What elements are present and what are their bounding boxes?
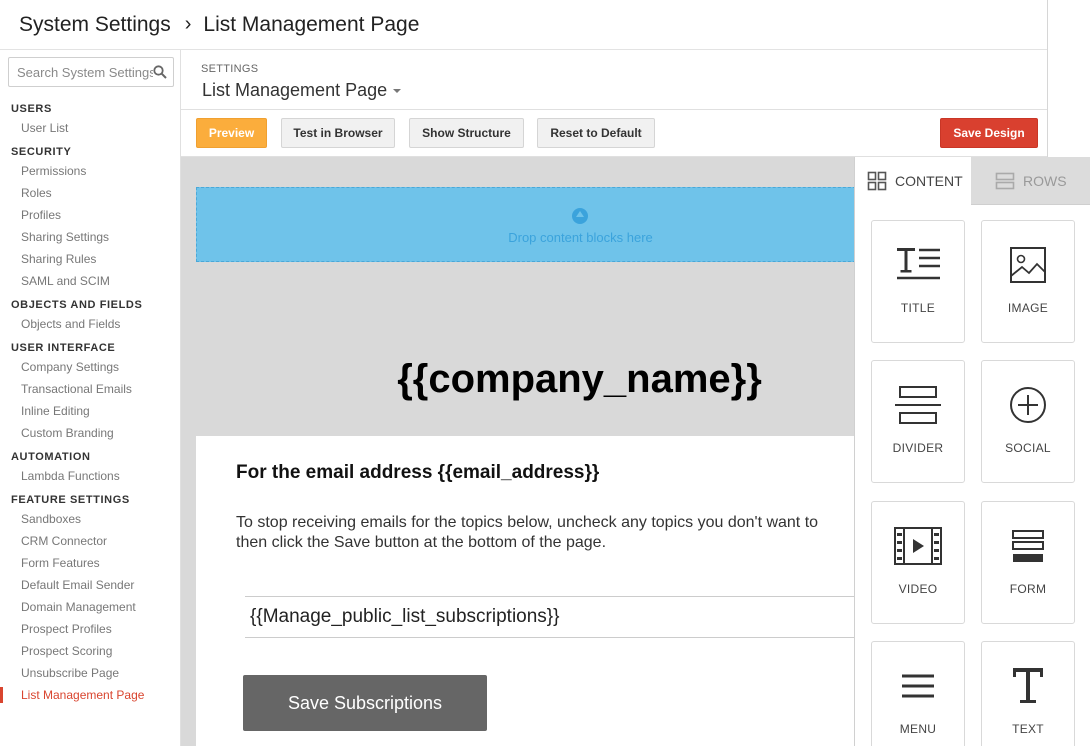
video-icon <box>894 527 942 565</box>
social-icon <box>1010 387 1046 423</box>
page-selector-value: List Management Page <box>202 80 388 100</box>
sidebar-item-sharing-settings[interactable]: Sharing Settings <box>0 226 180 248</box>
rows-icon <box>995 172 1015 189</box>
sidebar-item-profiles[interactable]: Profiles <box>0 204 180 226</box>
sidebar-section-user-interface: USER INTERFACE <box>11 342 116 354</box>
panel-tabs: CONTENT ROWS <box>855 157 1090 205</box>
divider-icon <box>895 386 941 424</box>
block-image[interactable]: IMAGE <box>981 220 1075 343</box>
sidebar-item-permissions[interactable]: Permissions <box>0 160 180 182</box>
sidebar-item-crm-connector[interactable]: CRM Connector <box>0 530 180 552</box>
content-blocks-grid: TITLE IMAGE DIVIDER SOCIAL VIDEO FORM ME… <box>855 205 1090 746</box>
settings-label: SETTINGS <box>201 63 259 75</box>
block-menu[interactable]: MENU <box>871 641 965 746</box>
company-name-heading[interactable]: {{company_name}} <box>196 357 963 402</box>
menu-icon <box>902 674 934 698</box>
sidebar-item-default-email-sender[interactable]: Default Email Sender <box>0 574 180 596</box>
preview-button[interactable]: Preview <box>196 118 267 148</box>
sidebar-item-prospect-profiles[interactable]: Prospect Profiles <box>0 618 180 640</box>
block-social-label: SOCIAL <box>1005 441 1051 455</box>
sidebar-item-unsubscribe-page[interactable]: Unsubscribe Page <box>0 662 180 684</box>
instructions-text: To stop receiving emails for the topics … <box>236 513 876 553</box>
sidebar-nav: USERS User List SECURITY Permissions Rol… <box>0 96 180 706</box>
instructions-line-1: To stop receiving emails for the topics … <box>236 514 819 531</box>
reset-to-default-button[interactable]: Reset to Default <box>537 118 655 148</box>
block-text[interactable]: TEXT <box>981 641 1075 746</box>
email-address-heading: For the email address {{email_address}} <box>236 462 600 483</box>
sidebar-item-objects-and-fields[interactable]: Objects and Fields <box>0 313 180 335</box>
sidebar: USERS User List SECURITY Permissions Rol… <box>0 50 181 746</box>
save-design-button[interactable]: Save Design <box>940 118 1038 148</box>
drop-zone-text: Drop content blocks here <box>508 230 653 245</box>
block-social[interactable]: SOCIAL <box>981 360 1075 483</box>
block-form[interactable]: FORM <box>981 501 1075 624</box>
sidebar-item-prospect-scoring[interactable]: Prospect Scoring <box>0 640 180 662</box>
block-divider[interactable]: DIVIDER <box>871 360 965 483</box>
app-window: System Settings › List Management Page U… <box>0 0 1090 746</box>
search-input[interactable] <box>17 64 153 80</box>
sidebar-item-custom-branding[interactable]: Custom Branding <box>0 422 180 444</box>
sidebar-item-sharing-rules[interactable]: Sharing Rules <box>0 248 180 270</box>
block-video[interactable]: VIDEO <box>871 501 965 624</box>
page-header: SETTINGS List Management Page <box>181 50 1047 110</box>
breadcrumb: System Settings › List Management Page <box>0 0 1047 50</box>
breadcrumb-separator-icon: › <box>184 13 192 35</box>
block-text-label: TEXT <box>1012 722 1044 736</box>
block-divider-label: DIVIDER <box>892 441 944 455</box>
caret-down-icon <box>393 88 402 93</box>
sidebar-item-domain-management[interactable]: Domain Management <box>0 596 180 618</box>
sidebar-item-inline-editing[interactable]: Inline Editing <box>0 400 180 422</box>
sidebar-section-feature-settings: FEATURE SETTINGS <box>11 494 130 506</box>
tab-rows[interactable]: ROWS <box>971 157 1090 205</box>
sidebar-section-security: SECURITY <box>11 146 72 158</box>
sidebar-item-company-settings[interactable]: Company Settings <box>0 356 180 378</box>
sidebar-section-users: USERS <box>11 103 52 115</box>
sidebar-item-sandboxes[interactable]: Sandboxes <box>0 508 180 530</box>
tab-rows-label: ROWS <box>1023 172 1067 189</box>
block-title[interactable]: TITLE <box>871 220 965 343</box>
sidebar-item-transactional-emails[interactable]: Transactional Emails <box>0 378 180 400</box>
subscriptions-placeholder[interactable]: {{Manage_public_list_subscriptions}} <box>245 596 905 638</box>
title-icon <box>897 248 940 280</box>
breadcrumb-root[interactable]: System Settings <box>19 13 171 37</box>
breadcrumb-current: List Management Page <box>203 12 420 36</box>
sidebar-item-user-list[interactable]: User List <box>0 117 180 139</box>
search-box <box>8 57 174 87</box>
tab-content[interactable]: CONTENT <box>855 157 971 205</box>
form-icon <box>1012 530 1044 562</box>
sidebar-item-form-features[interactable]: Form Features <box>0 552 180 574</box>
page-selector-dropdown[interactable]: List Management Page <box>202 80 402 101</box>
sidebar-item-saml-and-scim[interactable]: SAML and SCIM <box>0 270 180 292</box>
text-icon <box>1013 668 1043 703</box>
search-icon[interactable] <box>153 65 167 79</box>
sidebar-item-list-management-page[interactable]: List Management Page <box>0 684 180 706</box>
email-content-block[interactable]: For the email address {{email_address}} … <box>196 436 905 746</box>
save-subscriptions-button[interactable]: Save Subscriptions <box>243 675 487 731</box>
sidebar-section-objects-and-fields: OBJECTS AND FIELDS <box>11 299 143 311</box>
upload-arrow-icon <box>572 208 588 224</box>
grid-icon <box>867 171 887 191</box>
sidebar-item-lambda-functions[interactable]: Lambda Functions <box>0 465 180 487</box>
sidebar-section-automation: AUTOMATION <box>11 451 91 463</box>
test-in-browser-button[interactable]: Test in Browser <box>281 118 395 148</box>
block-menu-label: MENU <box>899 722 937 736</box>
tab-content-label: CONTENT <box>895 173 963 189</box>
block-title-label: TITLE <box>900 301 936 315</box>
instructions-line-2: then click the Save button at the bottom… <box>236 534 607 551</box>
drop-zone[interactable]: Drop content blocks here <box>196 187 896 262</box>
content-panel: CONTENT ROWS TITLE IMAGE DIVIDER SOCIAL … <box>854 157 1090 746</box>
sidebar-item-roles[interactable]: Roles <box>0 182 180 204</box>
image-icon <box>1010 247 1046 283</box>
toolbar: Preview Test in Browser Show Structure R… <box>181 110 1047 157</box>
block-image-label: IMAGE <box>1007 301 1049 315</box>
show-structure-button[interactable]: Show Structure <box>409 118 524 148</box>
block-form-label: FORM <box>1009 582 1047 596</box>
block-video-label: VIDEO <box>898 582 938 596</box>
